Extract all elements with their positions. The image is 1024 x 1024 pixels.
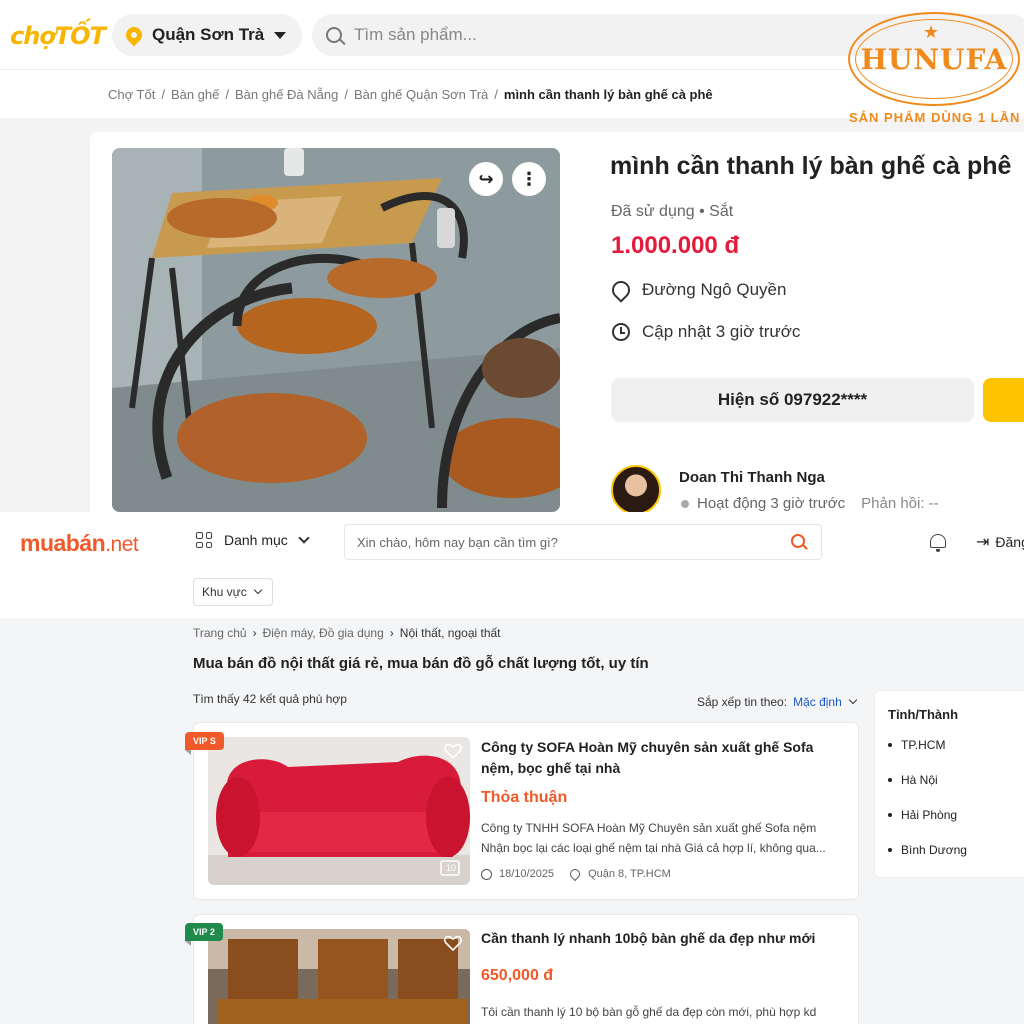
breadcrumb-item[interactable]: Trang chủ: [193, 626, 247, 640]
seller-avatar[interactable]: [611, 465, 661, 512]
listing-price: 650,000 đ: [481, 967, 554, 984]
listing-price: 1.000.000 đ: [611, 232, 740, 259]
status-dot-icon: [681, 499, 689, 508]
bell-icon[interactable]: [930, 534, 946, 552]
location-label: Quận Sơn Trà: [152, 25, 265, 44]
search-icon: [326, 27, 342, 43]
listing-updated: Cập nhật 3 giờ trước: [612, 322, 800, 342]
search-placeholder: Tìm sản phẩm...: [354, 25, 477, 44]
listing-photo[interactable]: ↪ ⋮: [112, 148, 560, 512]
listing-date: 18/10/2025: [499, 868, 555, 880]
breadcrumb-item[interactable]: Bàn ghế: [171, 87, 219, 102]
address-text: Đường Ngô Quyền: [642, 280, 787, 299]
search-input[interactable]: Xin chào, hôm nay bạn cần tìm gì?: [344, 524, 822, 560]
area-label: Khu vực: [202, 585, 247, 599]
description-line: Nhận bọc lại các loại ghế nệm tại nhà Gi…: [481, 841, 826, 855]
login-button[interactable]: ⇥ Đăng: [976, 532, 1024, 552]
logo-suffix: .net: [105, 533, 139, 556]
vip-badge: VIP S: [185, 732, 224, 755]
muaban-search-page: muabán.net Danh mục Xin chào, hôm nay bạ…: [0, 512, 1024, 1024]
sort-label: Sắp xếp tin theo:: [697, 695, 788, 709]
more-vertical-icon: ⋮: [520, 168, 538, 189]
breadcrumb-item[interactable]: Bàn ghế Đà Nẵng: [235, 87, 338, 102]
photo-count: 10: [446, 863, 457, 873]
listing-price: Thỏa thuận: [481, 789, 568, 806]
login-icon: ⇥: [976, 534, 990, 551]
heart-icon[interactable]: [444, 743, 462, 759]
chat-button[interactable]: [983, 378, 1024, 422]
hunufa-tagline: SẢN PHẨM DÙNG 1 LẦN: [849, 110, 1021, 125]
vip-badge: VIP 2: [185, 923, 223, 946]
grid-icon: [196, 532, 212, 548]
seller-status: Hoạt động 3 giờ trước Phản hồi: --: [681, 495, 939, 512]
location-pin-icon: [122, 23, 146, 47]
province-filter-title: Tỉnh/Thành: [888, 707, 959, 722]
sort-selector[interactable]: Sắp xếp tin theo: Mặc định: [697, 695, 858, 709]
star-icon: ★: [923, 22, 940, 42]
breadcrumb: Trang chủ › Điện máy, Đồ gia dụng › Nội th…: [193, 626, 501, 640]
muaban-logo[interactable]: muabán.net: [20, 530, 139, 557]
breadcrumb-current: mình cần thanh lý bàn ghế cà phê: [503, 86, 713, 102]
search-icon[interactable]: [791, 534, 805, 548]
map-pin-icon: [608, 277, 634, 303]
province-item[interactable]: Bình Dương: [888, 843, 967, 857]
breadcrumb-item[interactable]: Bàn ghế Quận Sơn Trà: [354, 87, 488, 102]
updated-text: Cập nhật 3 giờ trước: [642, 322, 801, 341]
listing-description: Tôi cần thanh lý 10 bộ bàn gỗ ghế da đẹp…: [481, 1005, 817, 1019]
login-label: Đăng: [995, 534, 1024, 550]
search-placeholder: Xin chào, hôm nay bạn cần tìm gì?: [357, 534, 558, 550]
category-label: Danh mục: [224, 532, 288, 548]
red-sofa-photo: [208, 737, 470, 885]
seller-activity: Hoạt động 3 giờ trước: [697, 495, 846, 512]
listing-title[interactable]: Cần thanh lý nhanh 10bộ bàn ghế da đẹp n…: [481, 928, 831, 949]
province-label: Hà Nội: [901, 773, 938, 787]
location-selector[interactable]: Quận Sơn Trà: [112, 14, 302, 56]
listing-location: Quận 8, TP.HCM: [588, 868, 671, 880]
muaban-header: muabán.net Danh mục Xin chào, hôm nay bạ…: [0, 512, 1024, 618]
listing-address: Đường Ngô Quyền: [608, 277, 787, 303]
cafe-furniture-photo: [112, 148, 560, 512]
heart-icon[interactable]: [444, 935, 462, 951]
chevron-down-icon: [298, 532, 310, 544]
listing-title[interactable]: Công ty SOFA Hoàn Mỹ chuyên sản xuất ghế…: [481, 737, 831, 779]
sort-value: Mặc định: [793, 695, 842, 709]
province-item[interactable]: Hải Phòng: [888, 808, 957, 822]
breadcrumb-item[interactable]: Điện máy, Đồ gia dụng: [263, 626, 384, 640]
chevron-down-icon: [848, 695, 858, 705]
listing-title: mình cần thanh lý bàn ghế cà phê: [610, 152, 1012, 180]
province-item[interactable]: TP.HCM: [888, 738, 945, 752]
listing-description: Công ty TNHH SOFA Hoàn Mỹ Chuyên sản xuấ…: [481, 818, 841, 858]
province-label: Hải Phòng: [901, 808, 958, 822]
listing-condition: Đã sử dụng • Sắt: [611, 203, 734, 220]
chotot-listing-page: chợTỐT Quận Sơn Trà Tìm sản phẩm... Chợ …: [0, 0, 1024, 512]
clock-icon: [481, 868, 492, 880]
description-line: Công ty TNHH SOFA Hoàn Mỹ Chuyên sản xuấ…: [481, 821, 817, 835]
area-filter-button[interactable]: Khu vực: [193, 578, 273, 606]
logo-main: muabán: [20, 530, 106, 556]
breadcrumb-current: Nội thất, ngoại thất: [399, 626, 501, 640]
province-label: TP.HCM: [901, 738, 946, 752]
wood-chairs-photo: [208, 929, 470, 1024]
listing-thumbnail[interactable]: 10: [208, 737, 470, 885]
listing-meta: 18/10/2025 Quận 8, TP.HCM: [481, 866, 671, 882]
show-phone-button[interactable]: Hiện số 097922****: [611, 378, 974, 422]
chotot-logo[interactable]: chợTỐT: [10, 22, 106, 50]
clock-icon: [612, 323, 630, 341]
result-count: Tìm thấy 42 kết quả phù hợp: [193, 692, 347, 706]
share-button[interactable]: ↪: [469, 162, 503, 196]
listing-thumbnail[interactable]: [208, 929, 470, 1024]
category-menu-button[interactable]: Danh mục: [196, 532, 310, 548]
breadcrumb-item[interactable]: Chợ Tốt: [108, 87, 155, 102]
page-title: Mua bán đồ nội thất giá rẻ, mua bán đồ g…: [193, 655, 649, 672]
share-icon: ↪: [478, 168, 494, 189]
province-item[interactable]: Hà Nội: [888, 773, 938, 787]
seller-name[interactable]: Doan Thi Thanh Nga: [679, 469, 825, 486]
caret-down-icon: [274, 31, 287, 39]
more-options-button[interactable]: ⋮: [512, 162, 546, 196]
chevron-down-icon: [253, 585, 262, 595]
province-label: Bình Dương: [901, 843, 967, 857]
seller-reply-rate: Phản hồi: --: [861, 495, 939, 512]
map-pin-icon: [567, 866, 583, 882]
